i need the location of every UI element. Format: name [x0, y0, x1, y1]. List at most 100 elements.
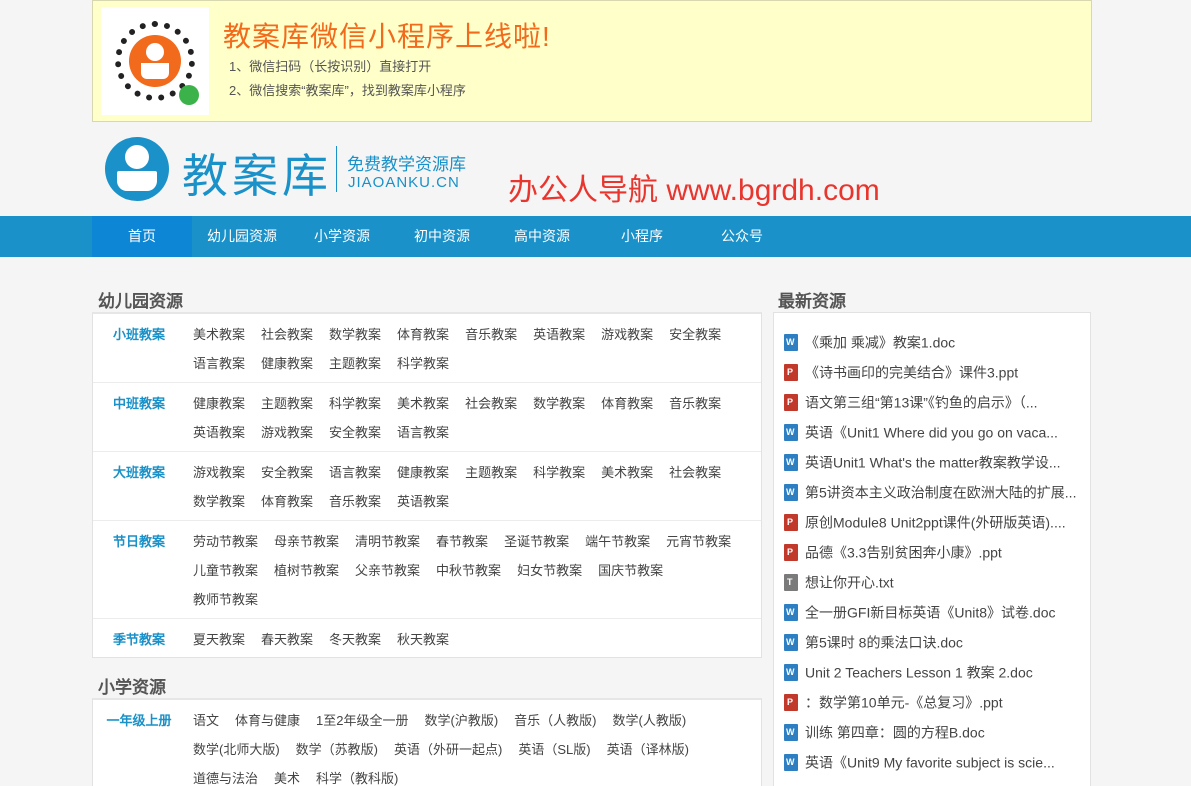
resource-link[interactable]: 科学教案 [397, 349, 449, 378]
logo-icon[interactable] [105, 137, 169, 201]
latest-resource-item[interactable]: 英语《Unit9 My favorite subject is scie... [784, 746, 1084, 776]
category-label[interactable]: 大班教案 [93, 462, 185, 481]
resource-link[interactable]: 冬天教案 [329, 625, 381, 654]
resource-link[interactable]: 英语（外研一起点) [394, 735, 502, 764]
resource-link[interactable]: 英语教案 [193, 418, 245, 447]
latest-resource-item[interactable]: 《诗书画印的完美结合》课件3.ppt [784, 356, 1084, 386]
nav-home[interactable]: 首页 [92, 216, 192, 257]
resource-link[interactable]: 英语（译林版) [607, 735, 689, 764]
nav-senior[interactable]: 高中资源 [492, 216, 592, 257]
wechat-miniprogram-banner[interactable]: 教案库微信小程序上线啦! 1、微信扫码（长按识别）直接打开 2、微信搜索“教案库… [92, 0, 1092, 122]
latest-resource-item[interactable]: 《乘加 乘减》教案1.doc [784, 326, 1084, 356]
resource-link[interactable]: 儿童节教案 [193, 556, 258, 585]
nav-miniprogram[interactable]: 小程序 [592, 216, 692, 257]
nav-official-account[interactable]: 公众号 [692, 216, 792, 257]
resource-link[interactable]: 数学(北师大版) [193, 735, 280, 764]
latest-resource-item[interactable]: 品德《3.3告别贫困奔小康》.ppt [784, 536, 1084, 566]
resource-link[interactable]: 科学教案 [329, 389, 381, 418]
resource-link[interactable]: 安全教案 [329, 418, 381, 447]
latest-resource-item[interactable]: 英语Unit1 What's the matter教案教学设... [784, 446, 1084, 476]
latest-resource-item[interactable]: ：数学第10单元-《总复习》.ppt [784, 686, 1084, 716]
resource-link[interactable]: 主题教案 [261, 389, 313, 418]
resource-link[interactable]: 劳动节教案 [193, 527, 258, 556]
latest-resource-item[interactable]: 第5讲资本主义政治制度在欧洲大陆的扩展... [784, 476, 1084, 506]
category-label[interactable]: 一年级上册 [93, 710, 185, 729]
resource-link[interactable]: 母亲节教案 [274, 527, 339, 556]
latest-resource-item[interactable]: 英语《Unit1 Where did you go on vaca... [784, 416, 1084, 446]
resource-link[interactable]: 数学教案 [193, 487, 245, 516]
resource-link[interactable]: 游戏教案 [601, 320, 653, 349]
resource-link[interactable]: 植树节教案 [274, 556, 339, 585]
category-row: 一年级上册 语文 体育与健康 1至2年级全一册 数学(沪教版) 音乐（人教版) 数学(人教… [93, 700, 761, 786]
resource-link[interactable]: 教师节教案 [193, 585, 258, 614]
resource-link[interactable]: 语文 [193, 706, 219, 735]
latest-resource-item[interactable]: 第5课时 8的乘法口诀.doc [784, 626, 1084, 656]
resource-link[interactable]: 语言教案 [397, 418, 449, 447]
latest-resource-item[interactable]: 训练 第四章：圆的方程B.doc [784, 716, 1084, 746]
resource-link[interactable]: 体育教案 [261, 487, 313, 516]
resource-link[interactable]: 语言教案 [193, 349, 245, 378]
latest-resource-item[interactable]: 原创Module8 Unit2ppt课件(外研版英语).... [784, 506, 1084, 536]
latest-resource-item[interactable]: Unit 2 Teachers Lesson 1 教案 2.doc [784, 656, 1084, 686]
resource-link[interactable]: 音乐（人教版) [514, 706, 596, 735]
resource-link[interactable]: 美术教案 [193, 320, 245, 349]
resource-link[interactable]: 游戏教案 [261, 418, 313, 447]
resource-link[interactable]: 春节教案 [436, 527, 488, 556]
resource-link[interactable]: 安全教案 [261, 458, 313, 487]
resource-link[interactable]: 健康教案 [397, 458, 449, 487]
resource-link[interactable]: 科学教案 [533, 458, 585, 487]
resource-link[interactable]: 圣诞节教案 [504, 527, 569, 556]
resource-link[interactable]: 清明节教案 [355, 527, 420, 556]
nav-kindergarten[interactable]: 幼儿园资源 [192, 216, 292, 257]
resource-link[interactable]: 体育与健康 [235, 706, 300, 735]
resource-link[interactable]: 音乐教案 [465, 320, 517, 349]
resource-link[interactable]: 国庆节教案 [598, 556, 663, 585]
resource-link[interactable]: 秋天教案 [397, 625, 449, 654]
nav-junior[interactable]: 初中资源 [392, 216, 492, 257]
resource-link[interactable]: 语言教案 [329, 458, 381, 487]
resource-link[interactable]: 健康教案 [261, 349, 313, 378]
resource-link[interactable]: 主题教案 [329, 349, 381, 378]
resource-link[interactable]: 美术 [274, 764, 300, 786]
resource-link[interactable]: 主题教案 [465, 458, 517, 487]
resource-link[interactable]: 社会教案 [465, 389, 517, 418]
resource-link[interactable]: 音乐教案 [669, 389, 721, 418]
resource-link[interactable]: 中秋节教案 [436, 556, 501, 585]
resource-link[interactable]: 数学（苏教版) [296, 735, 378, 764]
resource-link[interactable]: 游戏教案 [193, 458, 245, 487]
resource-link[interactable]: 英语教案 [397, 487, 449, 516]
resource-link[interactable]: 健康教案 [193, 389, 245, 418]
latest-resource-item[interactable]: 语文第三组“第13课”《钓鱼的启示》（... [784, 386, 1084, 416]
latest-resource-item[interactable]: 全一册GFI新目标英语《Unit8》试卷.doc [784, 596, 1084, 626]
category-label[interactable]: 节日教案 [93, 531, 185, 550]
resource-link[interactable]: 音乐教案 [329, 487, 381, 516]
resource-link[interactable]: 体育教案 [601, 389, 653, 418]
resource-link[interactable]: 端午节教案 [585, 527, 650, 556]
resource-link[interactable]: 1至2年级全一册 [316, 706, 408, 735]
resource-link[interactable]: 科学（教科版) [316, 764, 398, 786]
resource-link[interactable]: 英语（SL版) [518, 735, 590, 764]
resource-link[interactable]: 安全教案 [669, 320, 721, 349]
resource-link[interactable]: 数学(沪教版) [425, 706, 499, 735]
category-label[interactable]: 小班教案 [93, 324, 185, 343]
resource-link[interactable]: 社会教案 [669, 458, 721, 487]
resource-link[interactable]: 数学教案 [533, 389, 585, 418]
resource-link[interactable]: 美术教案 [601, 458, 653, 487]
category-label[interactable]: 季节教案 [93, 629, 185, 648]
resource-link[interactable]: 夏天教案 [193, 625, 245, 654]
resource-link[interactable]: 春天教案 [261, 625, 313, 654]
resource-link[interactable]: 数学(人教版) [613, 706, 687, 735]
resource-link[interactable]: 社会教案 [261, 320, 313, 349]
latest-resource-item[interactable]: 想让你开心.txt [784, 566, 1084, 596]
category-label[interactable]: 中班教案 [93, 393, 185, 412]
resource-link[interactable]: 体育教案 [397, 320, 449, 349]
resource-link[interactable]: 数学教案 [329, 320, 381, 349]
resource-link[interactable]: 英语教案 [533, 320, 585, 349]
resource-link[interactable]: 美术教案 [397, 389, 449, 418]
nav-primary[interactable]: 小学资源 [292, 216, 392, 257]
resource-link[interactable]: 元宵节教案 [666, 527, 731, 556]
logo-text[interactable]: 教案库 [182, 140, 332, 206]
resource-link[interactable]: 道德与法治 [193, 764, 258, 786]
resource-link[interactable]: 父亲节教案 [355, 556, 420, 585]
resource-link[interactable]: 妇女节教案 [517, 556, 582, 585]
